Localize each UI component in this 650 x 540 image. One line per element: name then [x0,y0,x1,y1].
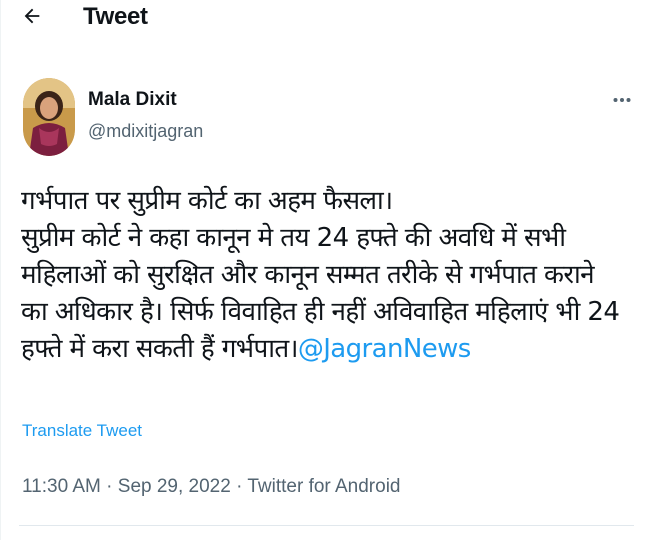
tweet-line: गर्भपात पर सुप्रीम कोर्ट का अहम फैसला। [21,186,393,216]
tweet-line: का अधिकार है। सिर्फ विवाहित ही नहीं अविव… [21,297,620,327]
page-title: Tweet [83,3,148,30]
arrow-left-icon [21,5,43,32]
avatar[interactable] [23,78,75,156]
translate-tweet-link[interactable]: Translate Tweet [22,420,142,442]
back-button[interactable] [15,4,49,32]
tweet-text: गर्भपात पर सुप्रीम कोर्ट का अहम फैसला। स… [21,183,643,368]
author-handle[interactable]: @mdixitjagran [88,119,203,143]
tweet-page: Tweet Mala Dixit @mdixitjagran गर्भपात प… [0,0,650,540]
tweet-source-link[interactable]: Twitter for Android [247,476,400,497]
divider [19,525,634,526]
more-horizontal-icon [613,90,631,108]
mention-link[interactable]: @JagranNews [298,334,471,364]
header: Tweet [1,0,650,44]
more-button[interactable] [607,86,637,112]
tweet-line: सुप्रीम कोर्ट ने कहा कानून मे तय 24 हफ्त… [21,223,566,253]
tweet-line: हफ्ते में करा सकती हैं गर्भपात।@JagranNe… [21,331,643,368]
tweet-metadata: 11:30 AM · Sep 29, 2022 · Twitter for An… [22,474,400,500]
meta-separator: · [230,476,248,497]
tweet-line: महिलाओं को सुरक्षित और कानून सम्मत तरीके… [21,260,595,290]
meta-separator: · [100,476,118,497]
author-name[interactable]: Mala Dixit [88,88,177,112]
tweet-date: Sep 29, 2022 [117,476,231,497]
tweet-last-line-text: हफ्ते में करा सकती हैं गर्भपात। [21,334,298,364]
tweet-time: 11:30 AM [22,476,101,497]
